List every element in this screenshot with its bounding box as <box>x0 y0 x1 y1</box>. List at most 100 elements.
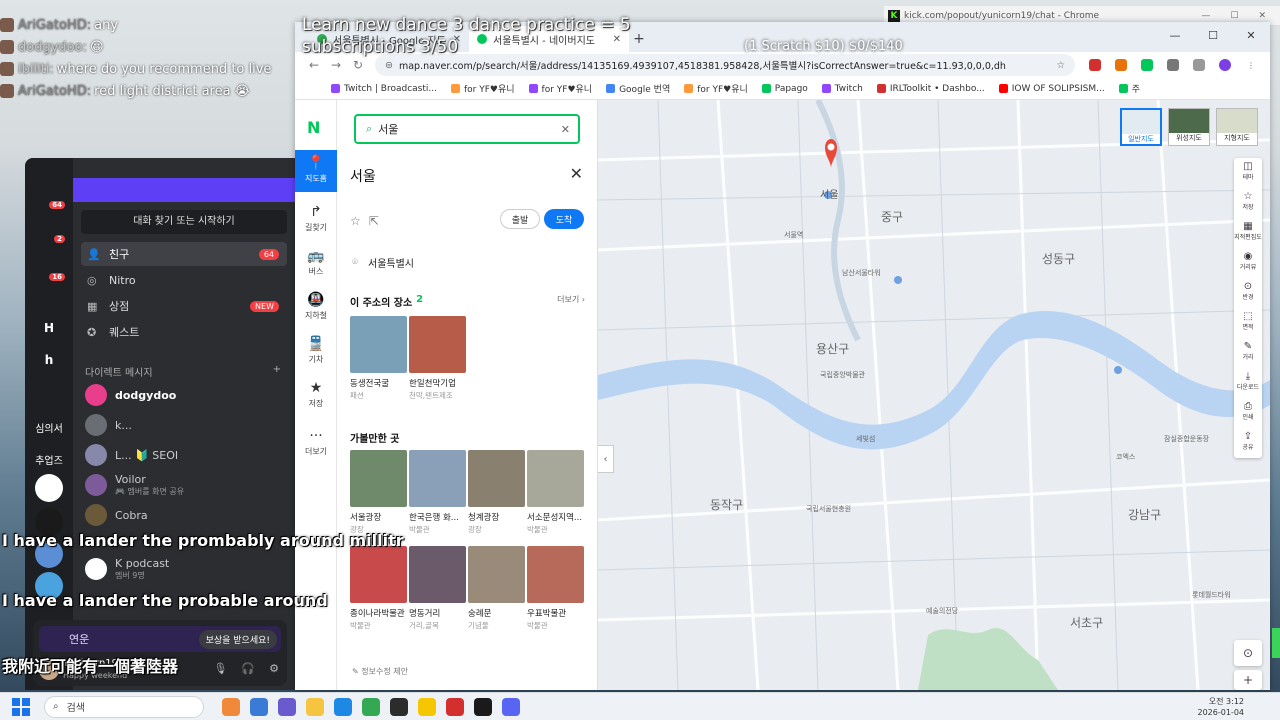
save-star-icon[interactable]: ☆ <box>350 214 361 228</box>
clear-icon[interactable]: ✕ <box>561 123 570 136</box>
bookmark-item[interactable]: IOW OF SOLIPSISM... <box>998 84 1105 94</box>
server-icon[interactable]: 2 <box>35 214 67 245</box>
extension-icon[interactable] <box>1115 59 1127 71</box>
dm-item[interactable]: Voilor 🎮 멤버를 화면 공유 <box>81 470 287 500</box>
server-icon[interactable] <box>35 284 63 312</box>
extension-icon[interactable] <box>1141 59 1153 71</box>
tool-save[interactable]: ☆ 저장 <box>1234 188 1262 218</box>
claim-reward-button[interactable]: 보상을 받으세요! <box>198 629 277 649</box>
chrome-icon[interactable] <box>362 697 380 716</box>
puzzle-icon[interactable] <box>1167 59 1179 71</box>
place-card[interactable]: 동생전국굴 패션 <box>350 316 407 401</box>
visit-card[interactable]: 숭례문 기념물 <box>468 546 525 631</box>
tool-cadastral[interactable]: ▦ 지적편집도 <box>1234 218 1262 248</box>
tool-download[interactable]: ⤓ 다운로드 <box>1234 368 1262 398</box>
media-icon[interactable] <box>1193 59 1205 71</box>
bookmark-item[interactable]: 주 <box>1118 82 1140 95</box>
back-button[interactable]: ← <box>303 58 325 72</box>
nav-nitro[interactable]: ◎ Nitro <box>81 268 287 292</box>
map-type-terrain[interactable]: 지형지도 <box>1216 108 1258 146</box>
minimize-button[interactable]: — <box>1156 22 1194 48</box>
collapse-panel-button[interactable]: ‹ <box>598 445 614 473</box>
copilot-icon[interactable] <box>250 697 268 716</box>
nav-shop[interactable]: ▦ 상점 NEW <box>81 294 287 318</box>
discord-icon[interactable] <box>502 697 520 716</box>
edge-icon[interactable] <box>334 697 352 716</box>
taskbar-search-input[interactable]: ⌕ 검색 <box>44 695 204 718</box>
rail-train[interactable]: 🚆 기차 <box>295 336 337 365</box>
app-icon[interactable] <box>278 697 296 716</box>
bookmark-item[interactable]: Google 번역 <box>606 82 670 95</box>
bookmark-item[interactable]: IRLToolkit • Dashbo... <box>876 84 985 94</box>
rail-bus[interactable]: 🚌 버스 <box>295 248 337 277</box>
bookmark-item[interactable]: for YF♥유니 <box>528 82 592 95</box>
tool-distance[interactable]: ✎ 거리 <box>1234 338 1262 368</box>
map-type-satellite[interactable]: 위성지도 <box>1168 108 1210 146</box>
tool-share[interactable]: ⇪ 공유 <box>1234 428 1262 458</box>
extension-icon[interactable] <box>1089 59 1101 71</box>
discord-home-icon[interactable]: 64 <box>35 180 67 211</box>
bookmark-item[interactable]: Twitch <box>821 84 863 94</box>
tool-theme[interactable]: ◫ 테마 <box>1234 158 1262 188</box>
minimize-button[interactable]: — <box>1201 11 1210 21</box>
app-icon[interactable] <box>390 697 408 716</box>
file-explorer-icon[interactable] <box>306 697 324 716</box>
visit-card[interactable]: 청계광장 광장 <box>468 450 525 535</box>
dm-item[interactable]: Cobra <box>81 500 287 530</box>
dm-item[interactable]: L... 🔰 SEOI <box>81 440 287 470</box>
windows-start-icon[interactable] <box>12 697 30 716</box>
bookmark-item[interactable]: for YF♥유니 <box>450 82 515 95</box>
forward-button[interactable]: → <box>325 58 347 72</box>
map-type-normal[interactable]: 일반지도 <box>1120 108 1162 146</box>
server-name[interactable]: 추업즈 <box>29 452 69 467</box>
server-name[interactable]: 심의서 <box>29 420 69 435</box>
visit-card[interactable]: 한국은행 화... 박물관 <box>409 450 466 535</box>
bookmark-item[interactable]: Twitch | Broadcasti... <box>331 84 437 94</box>
dm-item[interactable]: dodgydoo <box>81 380 287 410</box>
rail-subway[interactable]: 🚇 지하철 <box>295 292 337 321</box>
locate-me-button[interactable]: ⊙ <box>1234 640 1262 666</box>
visit-card[interactable]: 서소문성지역... 박물관 <box>527 450 584 535</box>
bookmark-item[interactable]: for YF♥유니 <box>684 82 748 95</box>
rail-directions[interactable]: ↱ 길찾기 <box>295 204 337 233</box>
visit-card[interactable]: 명동거리 거리,골목 <box>409 546 466 631</box>
close-panel-icon[interactable]: ✕ <box>570 164 583 183</box>
zoom-in-button[interactable]: + <box>1234 670 1262 690</box>
nav-quests[interactable]: ✪ 퀘스트 <box>81 320 287 344</box>
server-icon[interactable]: h <box>35 346 63 374</box>
site-info-icon[interactable]: ⊜ <box>385 60 393 71</box>
system-clock[interactable]: 오전 3:12 2026-01-04 <box>1198 696 1245 718</box>
rail-more[interactable]: ··· 더보기 <box>295 428 337 457</box>
conversation-search-input[interactable]: 대화 찾기 또는 시작하기 <box>81 210 287 234</box>
map-canvas[interactable]: 서울 중구 용산구 동작구 강남구 서초구 성동구 서울역 남산서울타워 국립중… <box>598 100 1270 690</box>
headphones-icon[interactable]: 🎧 <box>241 662 255 675</box>
add-dm-button[interactable]: + <box>273 364 281 379</box>
dm-item[interactable]: K podcast 멤버 9명 <box>81 554 287 584</box>
settings-gear-icon[interactable]: ⚙ <box>269 662 279 675</box>
visit-card[interactable]: 서울광장 광장 <box>350 450 407 535</box>
bookmark-star-icon[interactable]: ☆ <box>1056 60 1065 71</box>
menu-icon[interactable]: ⋮ <box>1245 59 1257 71</box>
app-icon[interactable] <box>222 697 240 716</box>
share-icon[interactable]: ⇱ <box>369 214 379 228</box>
tool-streetview[interactable]: ◉ 거리뷰 <box>1234 248 1262 278</box>
server-icon[interactable] <box>35 474 63 502</box>
profile-avatar[interactable] <box>1219 59 1231 71</box>
close-button[interactable]: ✕ <box>1232 22 1270 48</box>
visit-card[interactable]: 우표박물관 박물관 <box>527 546 584 631</box>
kakaotalk-icon[interactable] <box>418 697 436 716</box>
server-icon[interactable] <box>35 380 63 408</box>
server-icon[interactable]: 16 <box>35 252 67 283</box>
obs-icon[interactable] <box>446 697 464 716</box>
bookmark-item[interactable]: Papago <box>761 84 808 94</box>
tool-print[interactable]: ⎙ 인쇄 <box>1234 398 1262 428</box>
dm-item[interactable]: k... <box>81 410 287 440</box>
depart-button[interactable]: 출발 <box>500 209 540 229</box>
microphone-icon[interactable]: 🎙 <box>213 662 227 675</box>
maximize-button[interactable]: ☐ <box>1230 11 1238 21</box>
reward-banner[interactable]: 연운 보상을 받으세요! <box>39 626 281 652</box>
rail-saved[interactable]: ★ 저장 <box>295 380 337 409</box>
server-icon[interactable]: H <box>35 314 63 342</box>
tool-area[interactable]: ⬚ 면적 <box>1234 308 1262 338</box>
arrive-button[interactable]: 도착 <box>544 209 584 229</box>
